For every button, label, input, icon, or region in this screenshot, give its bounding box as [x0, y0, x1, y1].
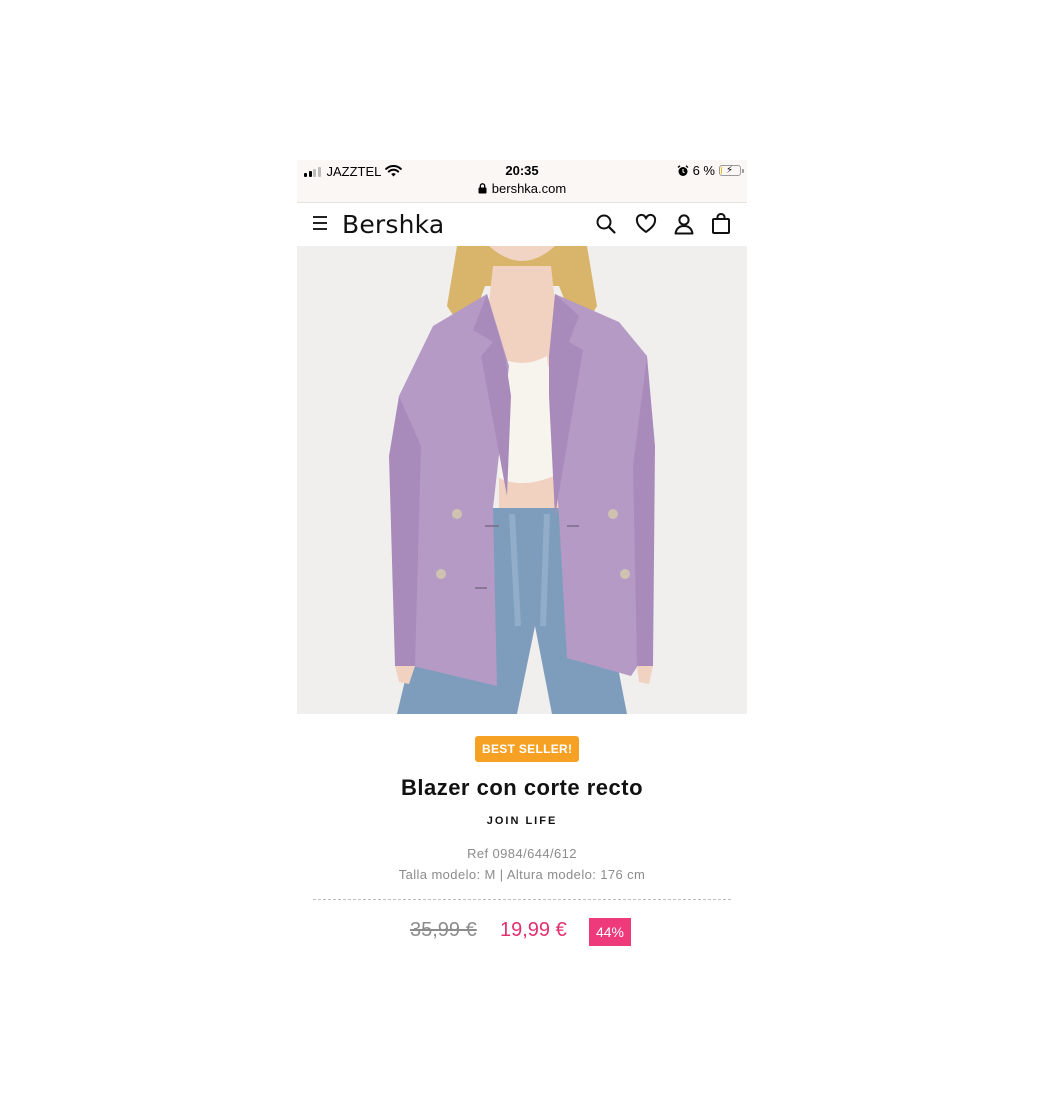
- site-header: Bershka: [297, 203, 747, 246]
- url-text: bershka.com: [491, 181, 567, 196]
- heart-icon[interactable]: [635, 213, 657, 235]
- status-right: 6 % ⚡: [677, 163, 744, 178]
- product-photo-illustration: [297, 246, 747, 714]
- search-icon[interactable]: [595, 213, 617, 235]
- battery-icon: ⚡: [719, 165, 744, 176]
- sale-price: 19,99 €: [500, 919, 567, 941]
- phone-screen: JAZZTEL 20:35 bershka.com 6 % ⚡ Bershka …: [297, 160, 747, 980]
- original-price: 35,99 €: [410, 919, 477, 941]
- product-image[interactable]: [297, 246, 747, 714]
- menu-icon[interactable]: [313, 216, 329, 232]
- charging-bolt-icon: ⚡: [726, 165, 734, 176]
- divider: [313, 899, 731, 900]
- url-bar[interactable]: bershka.com: [297, 181, 747, 196]
- user-icon[interactable]: [673, 213, 695, 235]
- brand-logo[interactable]: Bershka: [342, 210, 444, 239]
- product-title: Blazer con corte recto: [400, 775, 644, 800]
- status-bar: JAZZTEL 20:35 bershka.com 6 % ⚡: [297, 160, 747, 203]
- lock-icon: [478, 183, 487, 194]
- best-seller-badge: BEST SELLER!: [475, 736, 580, 762]
- discount-badge: 44%: [589, 918, 631, 946]
- product-collection: JOIN LIFE: [486, 815, 558, 827]
- alarm-icon: [677, 164, 689, 176]
- battery-fill: [721, 167, 722, 174]
- battery-percent: 6 %: [692, 163, 715, 178]
- model-info: Talla modelo: M | Altura modelo: 176 cm: [398, 867, 646, 882]
- product-reference: Ref 0984/644/612: [467, 846, 577, 861]
- bag-icon[interactable]: [710, 213, 732, 235]
